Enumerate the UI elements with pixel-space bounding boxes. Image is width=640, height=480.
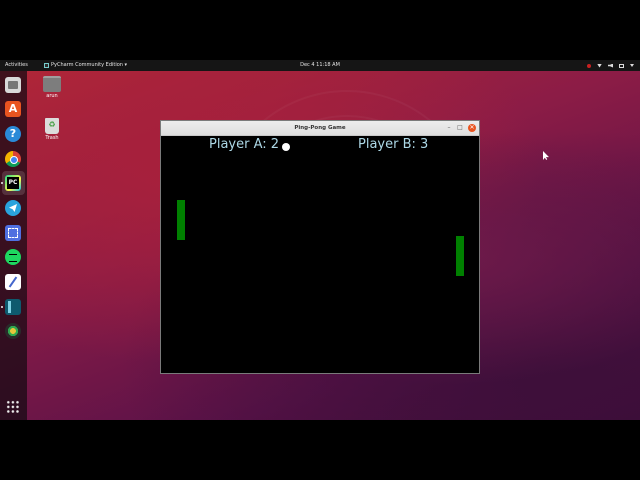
- ubuntu-software-icon[interactable]: [5, 101, 21, 117]
- dock: [0, 71, 27, 420]
- help-icon[interactable]: [5, 126, 21, 142]
- minimize-button[interactable]: –: [445, 124, 453, 132]
- ping-pong-window: Ping-Pong Game – □ ✕ Player A: 2 Player …: [160, 120, 480, 374]
- running-indicator: [1, 306, 3, 308]
- volume-icon[interactable]: [608, 63, 613, 68]
- clock[interactable]: Dec 4 11:18 AM: [0, 60, 640, 71]
- chrome-icon[interactable]: [5, 151, 21, 167]
- window-titlebar[interactable]: Ping-Pong Game – □ ✕: [161, 121, 479, 136]
- show-apps-grid-icon[interactable]: [6, 400, 20, 414]
- record-indicator-icon[interactable]: [587, 63, 591, 68]
- system-menu-caret-icon[interactable]: [630, 64, 634, 67]
- system-tray[interactable]: [587, 60, 634, 71]
- desktop-icon-label: Trash: [45, 135, 59, 141]
- window-title: Ping-Pong Game: [294, 125, 346, 131]
- running-indicator: [1, 182, 3, 184]
- game-canvas[interactable]: Player A: 2 Player B: 3: [161, 136, 479, 373]
- player-a-score: Player A: 2: [209, 137, 280, 152]
- ide-icon[interactable]: [5, 299, 21, 315]
- player-b-score: Player B: 3: [358, 137, 429, 152]
- trash-icon: [45, 118, 59, 134]
- text-editor-icon[interactable]: [5, 274, 21, 290]
- pycharm-icon[interactable]: [5, 175, 21, 191]
- paddle-a: [177, 200, 185, 240]
- screenshot-icon[interactable]: [5, 225, 21, 241]
- telegram-icon[interactable]: [5, 200, 21, 216]
- desktop-home-folder[interactable]: arun: [40, 76, 64, 99]
- battery-icon[interactable]: [619, 63, 624, 68]
- paddle-b: [456, 236, 464, 276]
- close-button[interactable]: ✕: [468, 124, 476, 132]
- files-icon[interactable]: [5, 77, 21, 93]
- network-icon[interactable]: [597, 63, 602, 68]
- desktop-screen: Activities PyCharm Community Edition ▾ D…: [0, 60, 640, 420]
- home-folder-icon: [43, 76, 61, 92]
- spotify-icon[interactable]: [5, 249, 21, 265]
- maximize-button[interactable]: □: [456, 124, 464, 132]
- camera-icon[interactable]: [5, 323, 21, 339]
- desktop-trash[interactable]: Trash: [40, 118, 64, 141]
- ball: [282, 143, 290, 151]
- mouse-pointer-icon: [543, 151, 549, 160]
- top-bar: Activities PyCharm Community Edition ▾ D…: [0, 60, 640, 71]
- desktop-icon-label: arun: [46, 93, 58, 99]
